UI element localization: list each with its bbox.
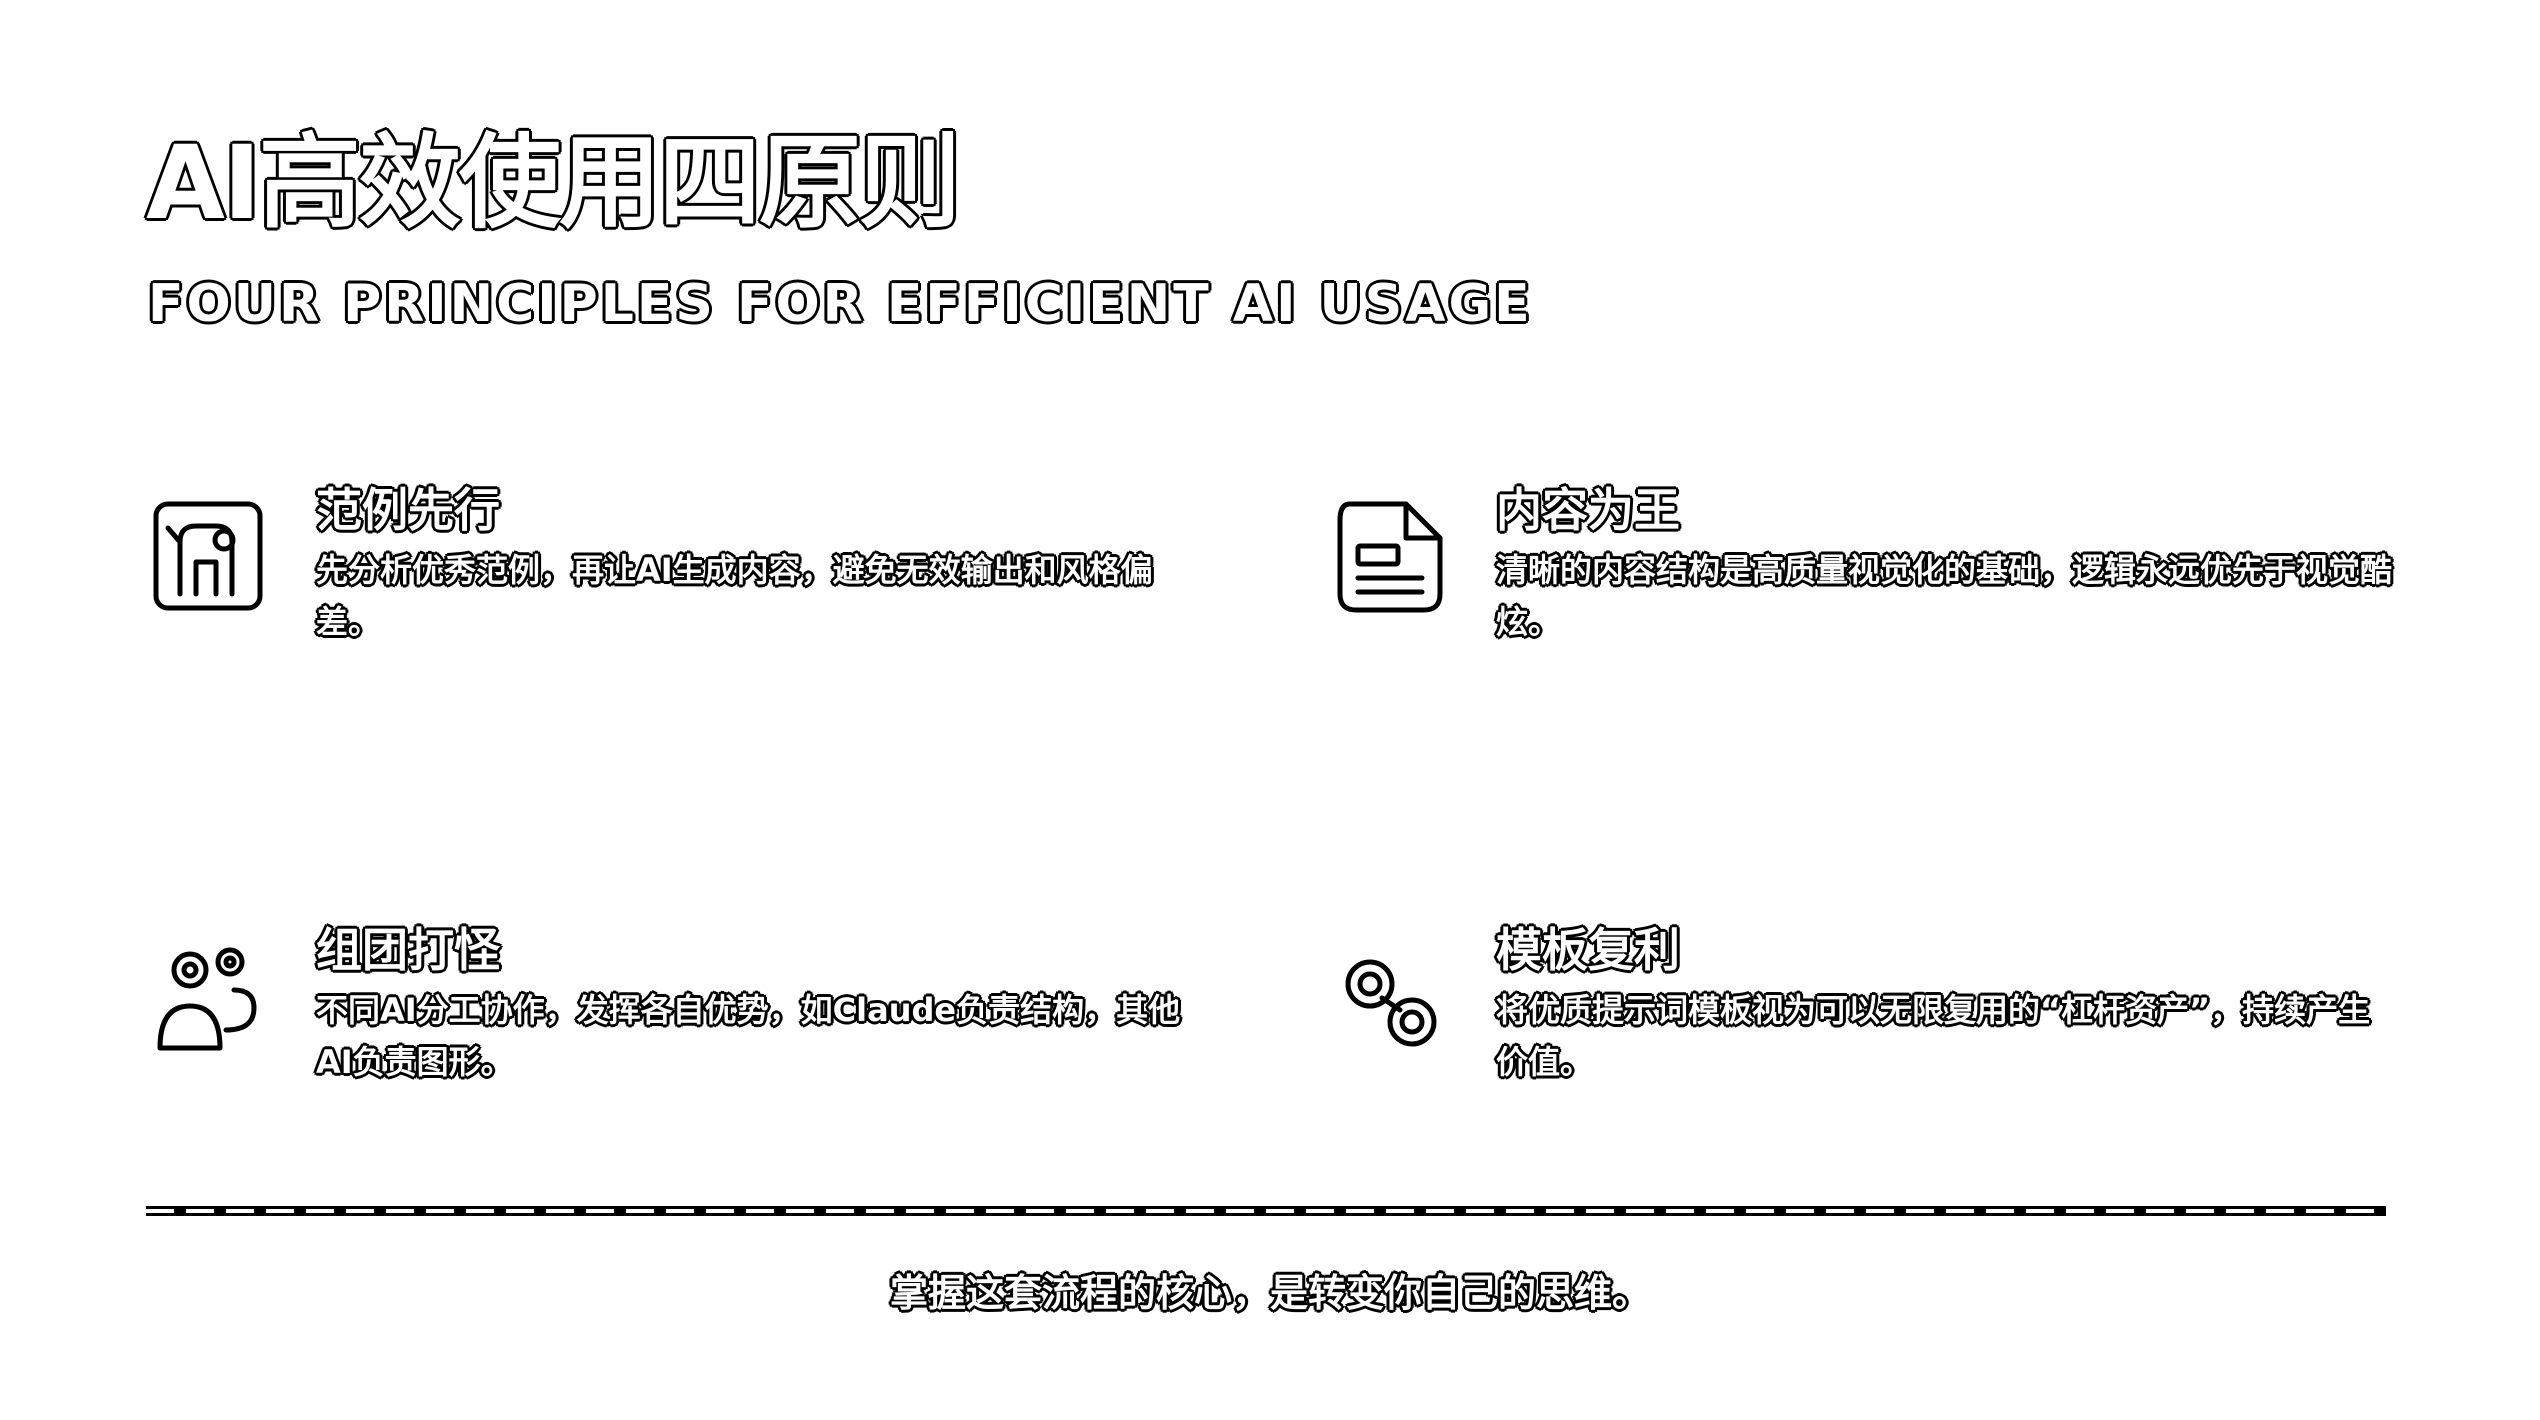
principle-title: 模板复利 [1496,923,1680,977]
section-divider [146,1206,2386,1216]
footer-tagline: 掌握这套流程的核心，是转变你自己的思维。 [889,1271,1650,1315]
principle-title: 组团打怪 [316,923,500,977]
page-title: AI高效使用四原则 [146,124,961,243]
team-icon [157,947,257,1051]
principle-description: 清晰的内容结构是高质量视觉化的基础，逻辑永远优先于视觉酷炫。 [1496,551,2393,641]
principle-description: 将优质提示词模板视为可以无限复用的“杠杆资产”，持续产生价值。 [1496,991,2371,1081]
principle-title: 范例先行 [316,483,500,537]
image-frame-icon [153,501,263,611]
link-icon [1345,959,1437,1047]
principle-description: 不同AI分工协作，发挥各自优势，如Claude负责结构，其他AI负责图形。 [316,991,1181,1081]
page-subtitle: FOUR PRINCIPLES FOR EFFICIENT AI USAGE [148,274,1533,334]
document-icon [1337,501,1443,613]
principle-title: 内容为王 [1496,483,1680,537]
principle-description: 先分析优秀范例，再让AI生成内容，避免无效输出和风格偏差。 [316,551,1153,641]
